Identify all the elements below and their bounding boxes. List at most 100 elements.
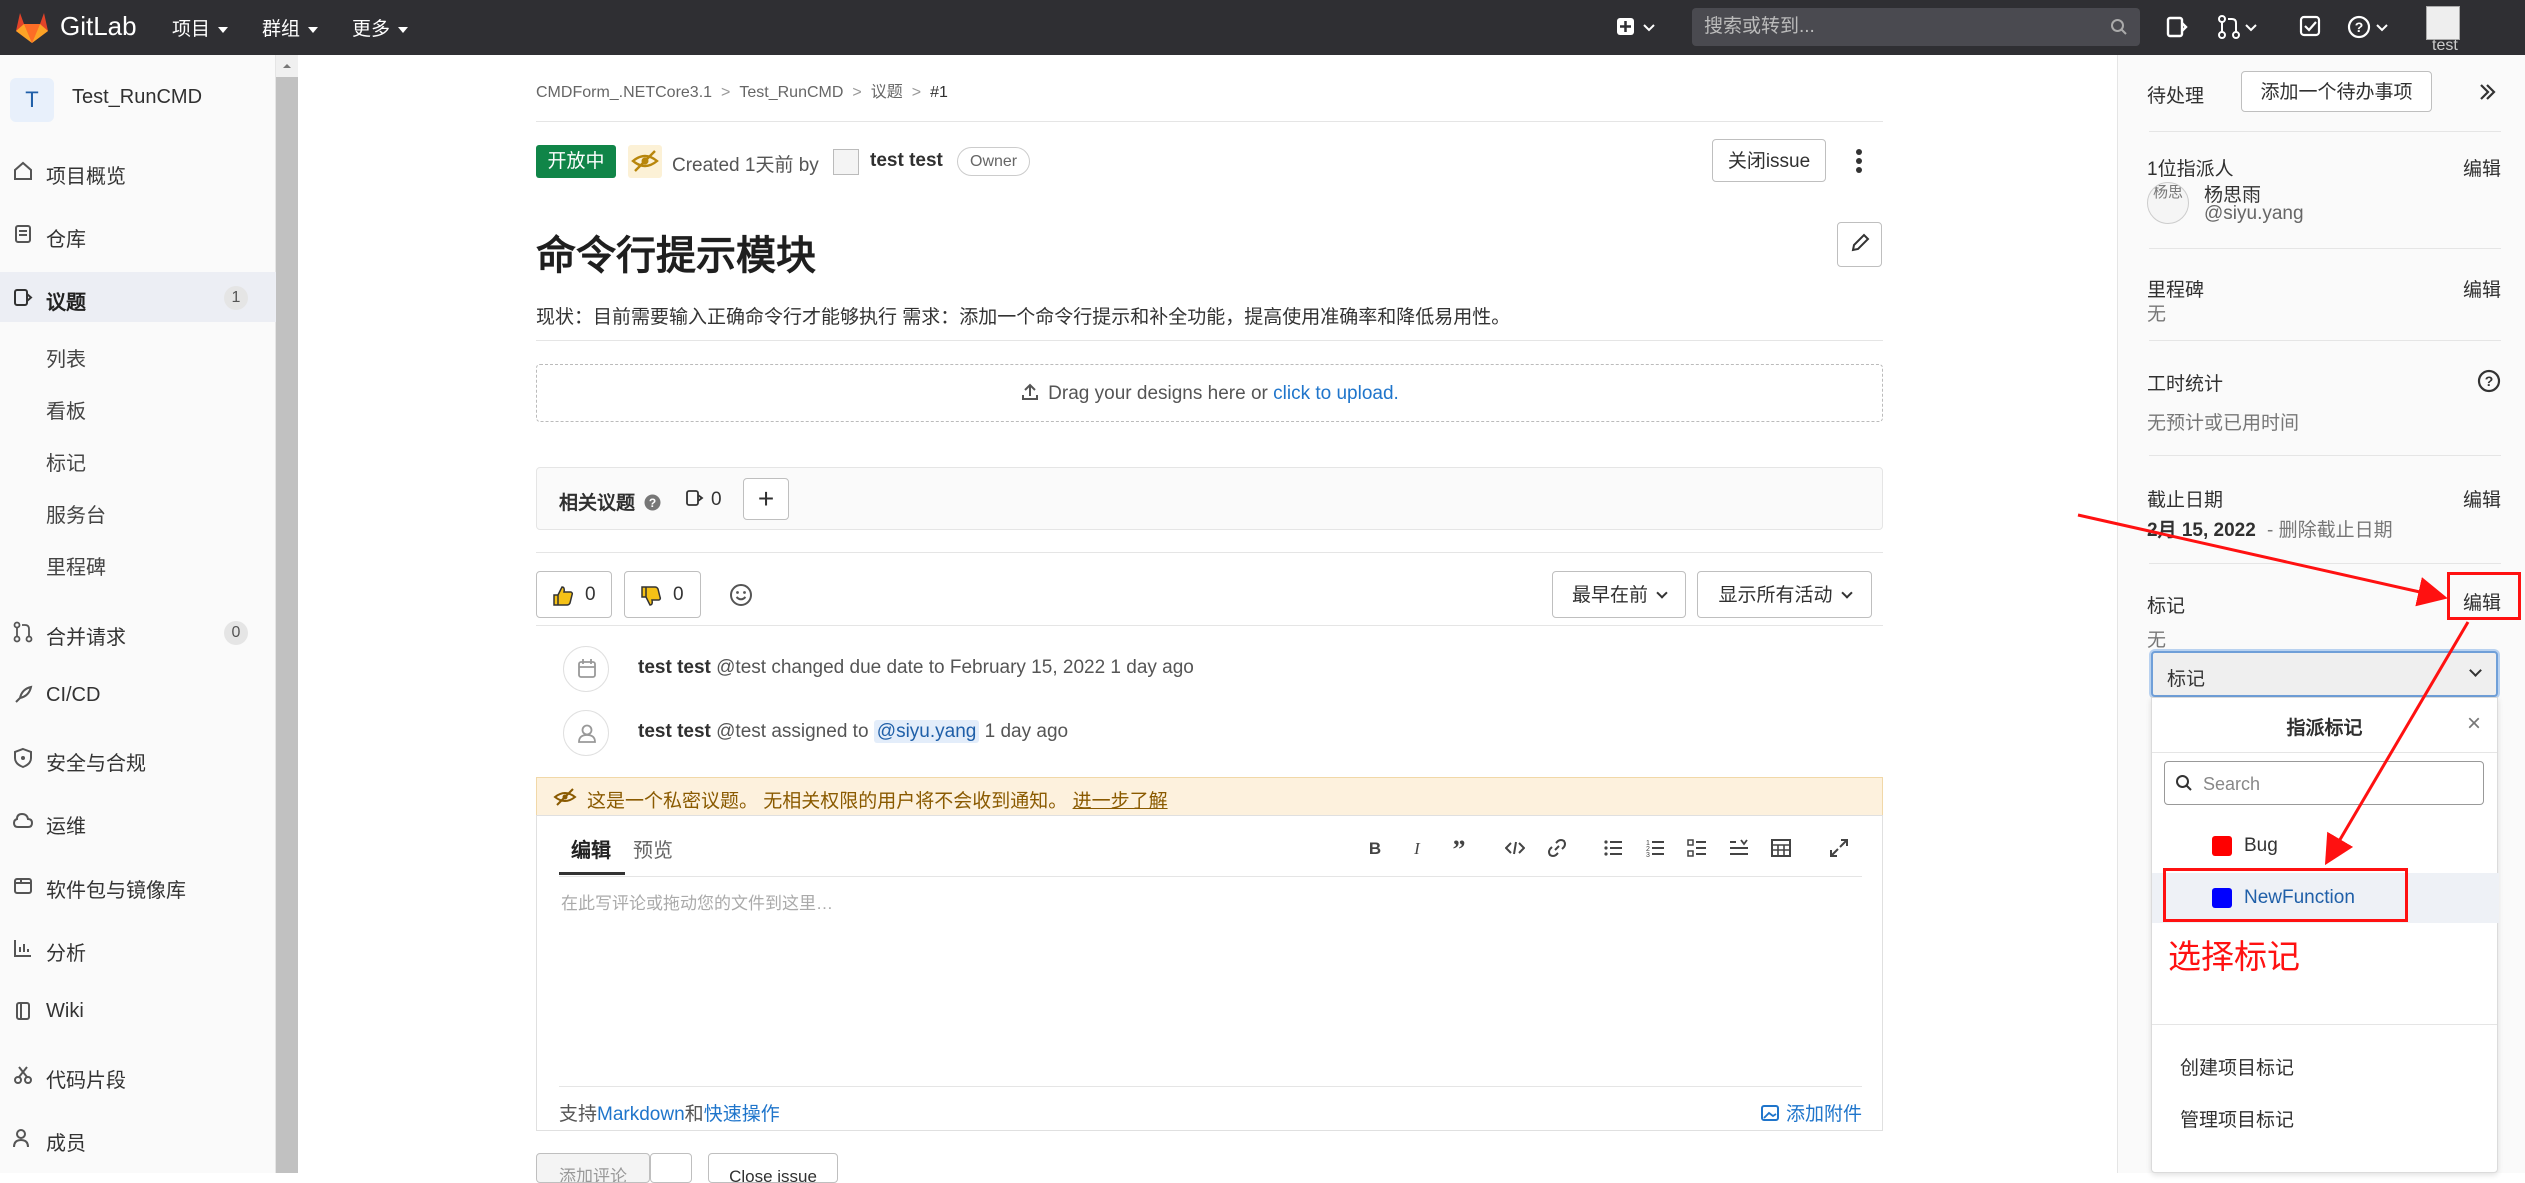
sidebar-item-snippets[interactable]: 代码片段 [0,1050,276,1100]
sidebar-item-repository[interactable]: 仓库 [0,209,276,259]
sidebar-item-cicd[interactable]: CI/CD [0,670,276,720]
nav-menu-groups[interactable]: 群组 [262,14,319,41]
breadcrumb-current-issue[interactable]: #1 [930,84,948,101]
gitlab-logo-icon[interactable] [14,10,50,44]
sidebar-sub-service-desk[interactable]: 服务台 [46,499,106,528]
label-search[interactable] [2164,761,2484,805]
search-input[interactable] [1702,14,2082,40]
upload-icon [1022,383,1039,400]
question-circle-icon[interactable]: ? [2476,368,2502,394]
activity-author[interactable]: test test [638,721,711,742]
sidebar-item-issues[interactable]: 议题 1 [0,272,276,322]
sidebar-item-packages[interactable]: 软件包与镜像库 [0,860,276,910]
edit-title-button[interactable] [1837,222,1882,267]
remove-due-date-link[interactable]: - 删除截止日期 [2267,515,2393,542]
close-icon[interactable]: × [2467,710,2481,738]
brand-name[interactable]: GitLab [60,11,137,42]
sidebar-sub-board[interactable]: 看板 [46,395,86,424]
due-date-edit-link[interactable]: 编辑 [2463,485,2501,512]
collapse-sidebar-icon[interactable] [2477,82,2497,102]
question-icon[interactable]: ? [644,494,661,511]
manage-project-labels-link[interactable]: 管理项目标记 [2180,1105,2294,1132]
bold-icon[interactable]: B [1365,838,1385,858]
merge-requests-icon[interactable] [2214,12,2264,42]
design-dropzone[interactable]: Drag your designs here or click to uploa… [536,364,1883,422]
milestone-edit-link[interactable]: 编辑 [2463,275,2501,302]
nav-menu-projects[interactable]: 项目 [172,14,229,41]
help-icon[interactable]: ? [2346,12,2396,42]
fullscreen-icon[interactable] [1829,838,1849,858]
issues-icon[interactable] [2162,12,2192,42]
author-avatar[interactable] [833,149,859,175]
global-search[interactable] [1692,8,2140,46]
sidebar-item-merge-requests[interactable]: 合并请求 0 [0,607,276,657]
table-icon[interactable] [1771,838,1791,858]
activity-assigned: test test @test assigned to @siyu.yang 1… [638,720,1068,743]
quote-icon[interactable]: ” [1449,838,1469,858]
thumbs-down-button[interactable]: 0 [624,571,701,618]
sidebar-item-wiki[interactable]: Wiki [0,986,276,1036]
comment-type-dropdown[interactable] [650,1153,692,1183]
breadcrumb-group[interactable]: CMDForm_.NETCore3.1 [536,84,712,101]
label-search-input[interactable] [2201,772,2471,796]
attach-file-button[interactable]: 添加附件 [1760,1099,1862,1126]
more-actions-icon[interactable] [1855,148,1863,174]
sidebar-item-overview[interactable]: 项目概览 [0,146,276,196]
collapsible-icon[interactable] [1729,838,1749,858]
assignee-edit-link[interactable]: 编辑 [2463,154,2501,181]
italic-icon[interactable]: I [1407,838,1427,858]
tab-write[interactable]: 编辑 [571,834,611,863]
labels-title: 标记 [2147,596,2186,617]
close-issue-button[interactable]: 关闭issue [1712,139,1826,182]
sidebar-scrollbar[interactable] [276,55,298,1173]
add-todo-button[interactable]: 添加一个待办事项 [2241,71,2432,112]
link-icon[interactable] [1547,838,1567,858]
label-option-bug[interactable]: Bug [2152,821,2499,871]
bullet-list-icon[interactable] [1603,838,1623,858]
user-avatar[interactable] [2426,6,2460,40]
numbered-list-icon[interactable]: 123 [1645,838,1665,858]
breadcrumb-project[interactable]: Test_RunCMD [739,84,843,101]
breadcrumb-issues[interactable]: 议题 [871,84,903,101]
tab-preview[interactable]: 预览 [633,834,673,863]
sidebar-sub-labels[interactable]: 标记 [46,447,86,476]
project-name[interactable]: Test_RunCMD [72,86,202,109]
todo-icon[interactable] [2296,12,2326,42]
markdown-help-link[interactable]: Markdown [597,1104,685,1125]
sidebar-sub-list[interactable]: 列表 [46,343,86,372]
assignee-avatar[interactable]: 杨思 [2147,182,2189,224]
task-list-icon[interactable] [1687,838,1707,858]
add-related-issue-button[interactable]: + [743,478,789,520]
code-icon[interactable] [1505,838,1525,858]
sidebar-item-operations[interactable]: 运维 [0,796,276,846]
nav-menu-more[interactable]: 更多 [352,14,409,41]
project-avatar[interactable]: T [10,78,54,122]
comment-textarea[interactable] [559,876,1862,1086]
thumbs-up-button[interactable]: 0 [536,571,612,618]
sidebar-item-members[interactable]: 成员 [0,1113,276,1163]
confidential-notice-text: 这是一个私密议题。 无相关权限的用户将不会收到通知。 进一步了解 [587,786,1168,813]
sidebar-item-security[interactable]: 安全与合规 [0,733,276,783]
sidebar-item-analytics[interactable]: 分析 [0,923,276,973]
add-emoji-icon[interactable] [728,582,754,608]
activity-filter-dropdown[interactable]: 显示所有活动 [1697,571,1872,618]
add-comment-button[interactable]: 添加评论 [536,1153,650,1183]
scroll-up-arrow[interactable] [276,55,298,77]
learn-more-link[interactable]: 进一步了解 [1073,791,1168,812]
labels-select-text: 标记 [2167,669,2206,690]
comment-form: 编辑 预览 B I ” 123 支持Markdown和快速操作 添加附件 [536,815,1883,1131]
sort-order-dropdown[interactable]: 最早在前 [1552,571,1686,618]
click-to-upload-link[interactable]: click to upload. [1273,383,1399,404]
user-mention-link[interactable]: @siyu.yang [873,720,980,743]
quick-actions-link[interactable]: 快速操作 [704,1104,780,1125]
sidebar-sub-milestones[interactable]: 里程碑 [46,551,106,580]
close-issue-bottom-button[interactable]: Close issue [708,1153,838,1183]
activity-author[interactable]: test test [638,657,711,678]
author-name[interactable]: test test [870,150,943,172]
svg-text:B: B [1369,839,1381,858]
activity-text: @test assigned to [716,721,869,742]
new-plus-icon[interactable] [1614,12,1662,42]
labels-select[interactable]: 标记 [2151,651,2498,697]
create-project-label-link[interactable]: 创建项目标记 [2180,1053,2294,1080]
dropzone-message: Drag your designs here or click to uploa… [537,382,1882,405]
